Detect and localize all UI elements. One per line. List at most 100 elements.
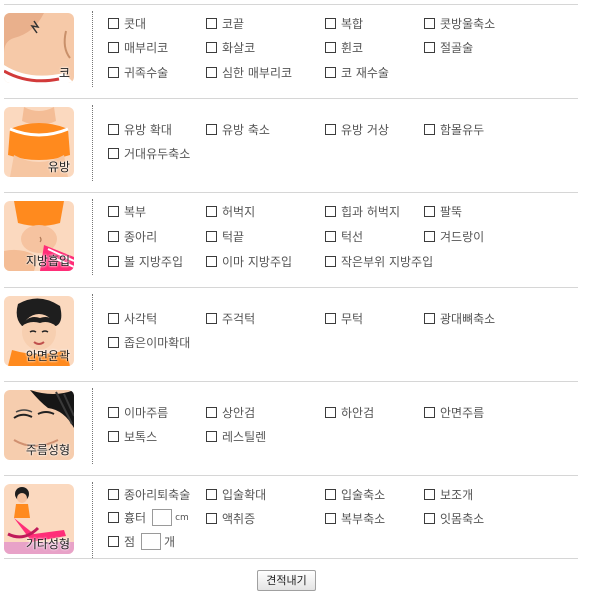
checkbox[interactable] — [424, 513, 435, 524]
checkbox[interactable] — [206, 489, 217, 500]
checkbox[interactable] — [206, 513, 217, 524]
checkbox[interactable] — [206, 407, 217, 418]
option-jawline[interactable]: 턱선 — [325, 228, 363, 245]
checkbox[interactable] — [108, 512, 119, 523]
checkbox[interactable] — [325, 124, 336, 135]
checkbox[interactable] — [424, 407, 435, 418]
option-lip-augmentation[interactable]: 입술확대 — [206, 486, 266, 503]
checkbox[interactable] — [424, 124, 435, 135]
checkbox[interactable] — [108, 431, 119, 442]
checkbox[interactable] — [424, 206, 435, 217]
option-aristocrat-surgery[interactable]: 귀족수술 — [108, 64, 168, 81]
option-thigh[interactable]: 허벅지 — [206, 203, 255, 220]
option-nose-combined[interactable]: 복합 — [325, 15, 363, 32]
checkbox[interactable] — [108, 206, 119, 217]
option-upper-eyelid[interactable]: 상안검 — [206, 404, 255, 421]
option-hump-nose[interactable]: 매부리코 — [108, 39, 168, 56]
checkbox[interactable] — [108, 42, 119, 53]
option-armpit[interactable]: 겨드랑이 — [424, 228, 484, 245]
option-breast-augmentation[interactable]: 유방 확대 — [108, 121, 172, 138]
option-gum-reduction[interactable]: 잇몸축소 — [424, 510, 484, 527]
checkbox[interactable] — [108, 148, 119, 159]
checkbox[interactable] — [108, 313, 119, 324]
checkbox[interactable] — [206, 67, 217, 78]
option-lip-reduction[interactable]: 입술축소 — [325, 486, 385, 503]
option-nose-tip[interactable]: 코끝 — [206, 15, 244, 32]
option-breast-reduction[interactable]: 유방 축소 — [206, 121, 270, 138]
bottom-divider — [4, 558, 578, 559]
option-chin-tip[interactable]: 턱끝 — [206, 228, 244, 245]
checkbox[interactable] — [206, 42, 217, 53]
option-cheekbone-reduction[interactable]: 광대뼈축소 — [424, 310, 495, 327]
option-botox[interactable]: 보톡스 — [108, 428, 157, 445]
checkbox[interactable] — [325, 489, 336, 500]
option-nostril-reduction[interactable]: 콧방울축소 — [424, 15, 495, 32]
checkbox[interactable] — [325, 206, 336, 217]
checkbox[interactable] — [108, 231, 119, 242]
get-estimate-button[interactable]: 견적내기 — [257, 570, 316, 591]
mole-count-input[interactable] — [141, 533, 162, 550]
scar-size-input[interactable] — [152, 509, 173, 526]
option-upper-arm[interactable]: 팔뚝 — [424, 203, 462, 220]
breast-thumbnail: 유방 — [4, 107, 74, 177]
option-calf[interactable]: 종아리 — [108, 228, 157, 245]
option-nose-bridge[interactable]: 콧대 — [108, 15, 146, 32]
option-square-jaw[interactable]: 사각턱 — [108, 310, 157, 327]
checkbox[interactable] — [325, 256, 336, 267]
option-nipple-reduction[interactable]: 거대유두축소 — [108, 145, 190, 162]
checkbox[interactable] — [108, 407, 119, 418]
checkbox[interactable] — [108, 67, 119, 78]
option-lower-eyelid[interactable]: 하안검 — [325, 404, 374, 421]
option-crooked-nose[interactable]: 휜코 — [325, 39, 363, 56]
option-facial-wrinkles[interactable]: 안면주름 — [424, 404, 484, 421]
option-nose-revision[interactable]: 코 재수술 — [325, 64, 389, 81]
checkbox[interactable] — [325, 513, 336, 524]
option-forehead-fat-graft[interactable]: 이마 지방주입 — [206, 253, 292, 270]
option-protruding-jaw[interactable]: 주걱턱 — [206, 310, 255, 327]
checkbox[interactable] — [424, 313, 435, 324]
option-osteotomy[interactable]: 절골술 — [424, 39, 473, 56]
checkbox[interactable] — [206, 431, 217, 442]
option-receding-chin[interactable]: 무턱 — [325, 310, 363, 327]
option-restylane[interactable]: 레스틸렌 — [206, 428, 266, 445]
option-arrow-nose[interactable]: 화살코 — [206, 39, 255, 56]
checkbox[interactable] — [325, 231, 336, 242]
checkbox[interactable] — [424, 18, 435, 29]
checkbox[interactable] — [108, 489, 119, 500]
checkbox[interactable] — [206, 313, 217, 324]
checkbox[interactable] — [325, 407, 336, 418]
checkbox[interactable] — [206, 206, 217, 217]
option-abdomen-reduction[interactable]: 복부축소 — [325, 510, 385, 527]
checkbox[interactable] — [424, 231, 435, 242]
option-small-area-fat-graft[interactable]: 작은부위 지방주입 — [325, 253, 433, 270]
option-hip-thigh[interactable]: 힙과 허벅지 — [325, 203, 400, 220]
checkbox[interactable] — [108, 256, 119, 267]
checkbox[interactable] — [108, 337, 119, 348]
checkbox[interactable] — [108, 536, 119, 547]
checkbox[interactable] — [206, 18, 217, 29]
checkbox[interactable] — [206, 124, 217, 135]
option-narrow-forehead-expansion[interactable]: 좁은이마확대 — [108, 334, 190, 351]
option-calf-reduction[interactable]: 종아리퇴축술 — [108, 486, 190, 503]
option-abdomen[interactable]: 복부 — [108, 203, 146, 220]
option-severe-hump-nose[interactable]: 심한 매부리코 — [206, 64, 292, 81]
mole-unit: 개 — [164, 535, 176, 549]
checkbox[interactable] — [108, 124, 119, 135]
checkbox[interactable] — [206, 256, 217, 267]
option-dimple[interactable]: 보조개 — [424, 486, 473, 503]
option-cheek-fat-graft[interactable]: 볼 지방주입 — [108, 253, 183, 270]
option-breast-lift[interactable]: 유방 거상 — [325, 121, 389, 138]
checkbox[interactable] — [325, 18, 336, 29]
checkbox[interactable] — [108, 18, 119, 29]
checkbox[interactable] — [325, 313, 336, 324]
checkbox[interactable] — [325, 67, 336, 78]
checkbox[interactable] — [424, 489, 435, 500]
checkbox[interactable] — [206, 231, 217, 242]
checkbox[interactable] — [325, 42, 336, 53]
option-forehead-wrinkles[interactable]: 이마주름 — [108, 404, 168, 421]
option-axillary-odor[interactable]: 액취증 — [206, 510, 255, 527]
option-inverted-nipple[interactable]: 함몰유두 — [424, 121, 484, 138]
checkbox[interactable] — [424, 42, 435, 53]
section-liposuction: 지방흡입 복부 허벅지 힙과 허벅지 팔뚝 종아리 턱끝 턱선 겨드랑이 볼 지… — [4, 192, 578, 277]
vertical-divider — [92, 105, 93, 181]
